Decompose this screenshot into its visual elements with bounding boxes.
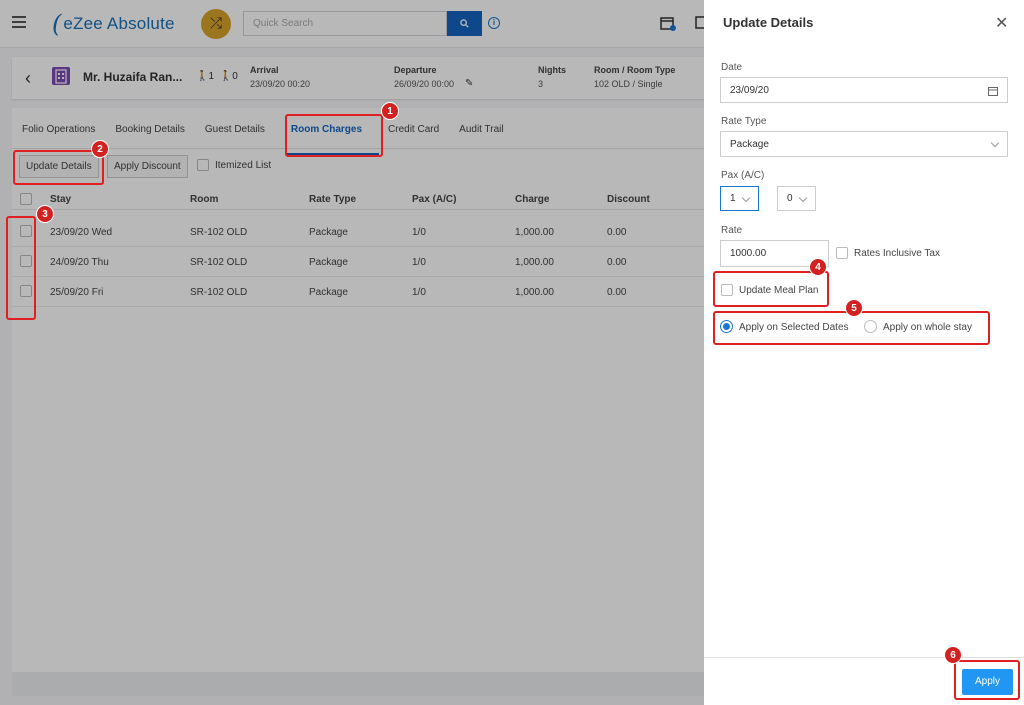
modal-backdrop[interactable] (0, 0, 704, 705)
date-label: Date (721, 62, 743, 73)
annotation-badge-5: 5 (845, 299, 863, 317)
pax-adult-select[interactable]: 1 (720, 186, 759, 211)
drawer-footer-divider (704, 657, 1024, 658)
annotation-badge-6: 6 (944, 646, 962, 664)
chevron-down-icon (741, 193, 751, 202)
rate-label: Rate (721, 225, 743, 236)
annotation-badge-3: 3 (36, 205, 54, 223)
annotation-box-6 (954, 660, 1020, 700)
date-value: 23/09/20 (730, 84, 769, 96)
annotation-box-2 (13, 150, 104, 185)
pax-adult-value: 1 (730, 193, 736, 204)
rates-inclusive-tax-checkbox[interactable] (836, 247, 848, 259)
close-icon[interactable]: ✕ (995, 13, 1008, 33)
calendar-icon[interactable] (988, 86, 998, 96)
annotation-badge-2: 2 (91, 140, 109, 158)
annotation-badge-1: 1 (381, 102, 399, 120)
chevron-down-icon (990, 138, 1000, 148)
pax-child-select[interactable]: 0 (777, 186, 816, 211)
rates-inclusive-tax-label: Rates Inclusive Tax (854, 248, 940, 259)
date-field[interactable]: 23/09/20 (720, 77, 1008, 103)
rate-value: 1000.00 (730, 248, 767, 259)
update-details-drawer (704, 0, 1024, 705)
pax-child-value: 0 (787, 193, 793, 204)
rate-type-select[interactable]: Package (720, 131, 1008, 157)
annotation-box-4 (713, 271, 829, 307)
annotation-box-3 (6, 216, 36, 320)
rate-type-label: Rate Type (721, 116, 767, 127)
drawer-title: Update Details (723, 15, 814, 30)
rate-type-value: Package (730, 138, 769, 150)
chevron-down-icon (798, 193, 808, 202)
pax-label: Pax (A/C) (721, 170, 765, 181)
annotation-badge-4: 4 (809, 258, 827, 276)
annotation-box-1 (285, 114, 383, 157)
